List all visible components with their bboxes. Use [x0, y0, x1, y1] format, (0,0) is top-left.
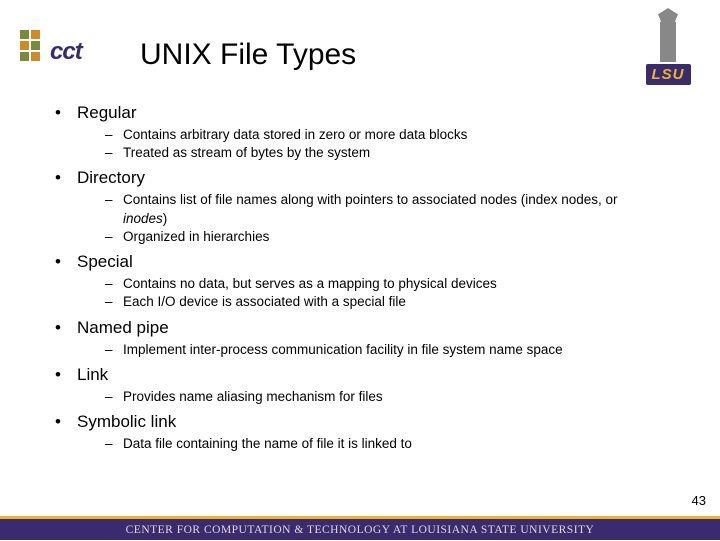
bullet-row: •Special [55, 252, 665, 272]
sub-item-text: Each I/O device is associated with a spe… [123, 293, 665, 311]
dash-icon: – [105, 388, 123, 406]
sub-item: –Provides name aliasing mechanism for fi… [105, 388, 665, 406]
page-number: 43 [692, 493, 706, 508]
sub-item: –Treated as stream of bytes by the syste… [105, 144, 665, 162]
sub-item-text: Treated as stream of bytes by the system [123, 144, 665, 162]
bullet-icon: • [55, 168, 77, 188]
item-label: Link [77, 365, 108, 385]
list-item: •Special –Contains no data, but serves as… [55, 252, 665, 311]
list-item: •Link –Provides name aliasing mechanism f… [55, 365, 665, 406]
sub-item-text: Provides name aliasing mechanism for fil… [123, 388, 665, 406]
bullet-row: •Symbolic link [55, 412, 665, 432]
sublist: –Data file containing the name of file i… [55, 435, 665, 453]
sub-item: –Contains no data, but serves as a mappi… [105, 275, 665, 293]
header: cct UNIX File Types LSU [0, 0, 720, 85]
bullet-row: •Link [55, 365, 665, 385]
lsu-logo: LSU [638, 8, 698, 88]
footer-bar: CENTER FOR COMPUTATION & TECHNOLOGY AT L… [0, 516, 720, 540]
sub-item-text: Organized in hierarchies [123, 228, 665, 246]
sublist: –Contains no data, but serves as a mappi… [55, 275, 665, 311]
dash-icon: – [105, 126, 123, 144]
slide-title: UNIX File Types [140, 38, 356, 72]
bullet-icon: • [55, 318, 77, 338]
sub-item: –Implement inter-process communication f… [105, 341, 665, 359]
dash-icon: – [105, 144, 123, 162]
bullet-row: •Regular [55, 103, 665, 123]
bullet-icon: • [55, 103, 77, 123]
dash-icon: – [105, 435, 123, 453]
bullet-icon: • [55, 365, 77, 385]
sub-item-text: Data file containing the name of file it… [123, 435, 665, 453]
bullet-icon: • [55, 252, 77, 272]
slide: cct UNIX File Types LSU •Regular–Contain… [0, 0, 720, 540]
sub-item: –Contains arbitrary data stored in zero … [105, 126, 665, 144]
sublist: –Contains arbitrary data stored in zero … [55, 126, 665, 162]
sub-item-text: Contains list of file names along with p… [123, 191, 665, 227]
dash-icon: – [105, 275, 123, 293]
lsu-logo-text: LSU [646, 64, 691, 85]
sub-item: –Each I/O device is associated with a sp… [105, 293, 665, 311]
sublist: –Contains list of file names along with … [55, 191, 665, 246]
list-item: •Symbolic link –Data file containing the … [55, 412, 665, 453]
item-label: Symbolic link [77, 412, 176, 432]
dash-icon: – [105, 293, 123, 311]
cct-logo-text: cct [50, 38, 82, 66]
item-label: Named pipe [77, 318, 169, 338]
bullet-row: •Directory [55, 168, 665, 188]
sub-item: –Organized in hierarchies [105, 228, 665, 246]
sub-item-text: Contains arbitrary data stored in zero o… [123, 126, 665, 144]
item-label: Regular [77, 103, 137, 123]
content-body: •Regular–Contains arbitrary data stored … [0, 85, 720, 453]
list-item: •Named pipe –Implement inter-process comm… [55, 318, 665, 359]
dash-icon: – [105, 228, 123, 246]
tower-icon [650, 8, 686, 62]
item-label: Special [77, 252, 133, 272]
sublist: –Provides name aliasing mechanism for fi… [55, 388, 665, 406]
sub-item: –Contains list of file names along with … [105, 191, 665, 227]
sub-item: –Data file containing the name of file i… [105, 435, 665, 453]
dash-icon: – [105, 191, 123, 209]
sub-item-text: Implement inter-process communication fa… [123, 341, 665, 359]
bullet-icon: • [55, 412, 77, 432]
list-item: •Directory –Contains list of file names a… [55, 168, 665, 246]
bullet-row: •Named pipe [55, 318, 665, 338]
cct-logo: cct [20, 30, 115, 85]
sub-item-text: Contains no data, but serves as a mappin… [123, 275, 665, 293]
item-label: Directory [77, 168, 145, 188]
dash-icon: – [105, 341, 123, 359]
sublist: –Implement inter-process communication f… [55, 341, 665, 359]
list-item: •Regular –Contains arbitrary data stored … [55, 103, 665, 162]
